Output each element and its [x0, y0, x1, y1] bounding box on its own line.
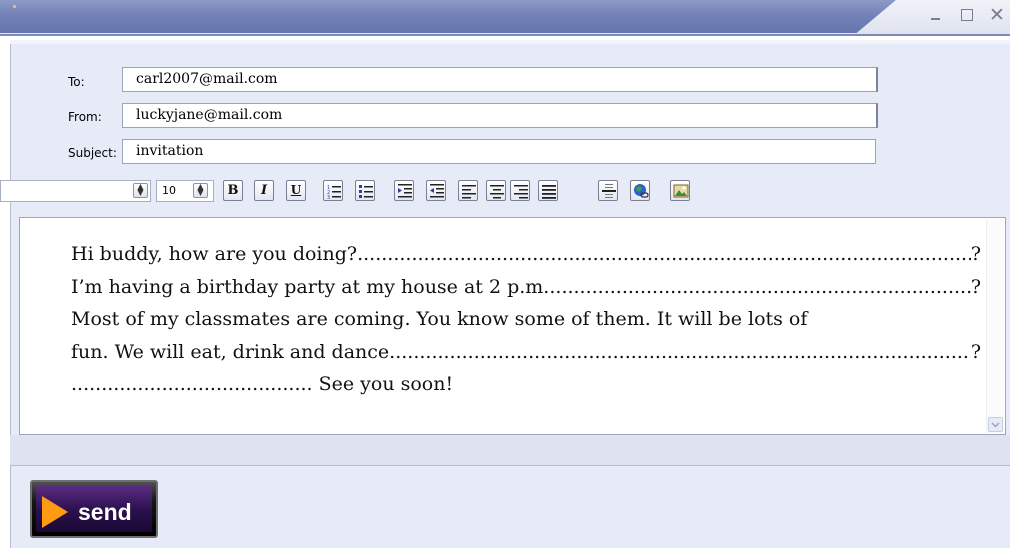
body-line-3-text: Most of my classmates are coming. You kn… — [71, 308, 808, 330]
body-line-2: I’m having a birthday party at my house … — [71, 271, 981, 304]
scroll-down-button[interactable] — [988, 417, 1003, 432]
bulleted-list-icon — [359, 185, 373, 198]
insert-image-icon — [673, 184, 689, 198]
align-left-button[interactable] — [458, 180, 478, 201]
subject-field[interactable]: invitation — [122, 139, 876, 164]
font-family-select[interactable]: ▲ ▼ — [0, 180, 151, 202]
body-line-2-dots: ........................................… — [549, 275, 971, 298]
to-label: To: — [68, 75, 85, 89]
message-body-text: Hi buddy, how are you doing? ...........… — [71, 238, 981, 401]
font-size-spinner-icon[interactable]: ▲ ▼ — [193, 183, 208, 198]
align-left-icon — [462, 185, 476, 199]
app-icon — [13, 5, 16, 8]
decrease-indent-icon — [398, 184, 412, 198]
close-icon: ✕ — [989, 4, 1005, 26]
align-center-button[interactable] — [486, 180, 506, 201]
body-line-3: Most of my classmates are coming. You kn… — [71, 303, 981, 336]
email-compose-window: ✕ To: carl2007@mail.com From: luckyjane@… — [0, 0, 1010, 548]
numbered-list-button[interactable]: 1 2 3 — [323, 180, 343, 201]
insert-link-icon — [634, 184, 649, 198]
title-bar: ✕ — [0, 0, 1010, 34]
body-line-2-end: ? — [970, 275, 981, 298]
send-button[interactable]: send — [30, 480, 158, 538]
bottom-band — [10, 435, 1010, 466]
title-tab — [0, 0, 896, 33]
increase-indent-icon — [430, 184, 444, 198]
align-right-icon — [514, 185, 528, 199]
vertical-scrollbar[interactable] — [986, 219, 1004, 433]
decrease-indent-button[interactable] — [394, 180, 414, 201]
font-size-value: 10 — [162, 184, 176, 197]
panel-top-strip — [10, 40, 1010, 44]
justify-icon — [542, 185, 556, 199]
body-line-4: fun. We will eat, drink and dance. .....… — [71, 336, 981, 369]
horizontal-rule-button[interactable] — [598, 180, 618, 201]
maximize-icon — [961, 9, 973, 21]
body-line-1-end: ? — [970, 243, 981, 265]
body-line-2-text: I’m having a birthday party at my house … — [71, 275, 550, 298]
chevron-down-icon — [991, 422, 1000, 428]
svg-text:3: 3 — [327, 195, 330, 199]
align-right-button[interactable] — [510, 180, 530, 201]
subject-label: Subject: — [68, 146, 117, 160]
close-button[interactable]: ✕ — [987, 4, 1007, 26]
message-body-editor[interactable]: Hi buddy, how are you doing? ...........… — [19, 217, 1006, 435]
to-field[interactable]: carl2007@mail.com — [122, 67, 878, 92]
minimize-icon — [931, 18, 940, 20]
minimize-button[interactable] — [926, 4, 946, 26]
body-line-1-text: Hi buddy, how are you doing? — [71, 243, 358, 265]
from-label: From: — [68, 110, 102, 124]
bulleted-list-button[interactable] — [355, 180, 375, 201]
body-line-5-blank: ....................................... — [71, 373, 307, 395]
body-line-4-dots: ........................................… — [395, 340, 971, 363]
play-arrow-icon — [42, 496, 68, 528]
justify-button[interactable] — [538, 180, 558, 201]
bottom-divider — [10, 465, 1010, 466]
send-button-face: send — [36, 486, 152, 532]
align-center-icon — [490, 185, 504, 199]
title-divider — [0, 34, 1010, 36]
numbered-list-icon: 1 2 3 — [327, 185, 341, 199]
body-line-5: ....................................... … — [71, 368, 981, 401]
maximize-button[interactable] — [957, 4, 977, 26]
font-size-select[interactable]: 10 ▲ ▼ — [156, 180, 214, 202]
insert-image-button[interactable] — [670, 180, 690, 201]
increase-indent-button[interactable] — [426, 180, 446, 201]
body-line-1-dots: ........................................… — [357, 243, 971, 265]
italic-button[interactable]: I — [254, 180, 274, 201]
bold-button[interactable]: B — [223, 180, 243, 201]
underline-button[interactable]: U — [286, 180, 306, 201]
horizontal-rule-icon — [602, 184, 616, 198]
body-line-4-end: ? — [970, 340, 981, 363]
body-line-1: Hi buddy, how are you doing? ...........… — [71, 238, 981, 271]
body-line-5-text: . See you soon! — [306, 373, 454, 395]
insert-link-button[interactable] — [630, 180, 650, 201]
send-button-label: send — [78, 499, 132, 525]
from-field[interactable]: luckyjane@mail.com — [122, 103, 878, 128]
body-line-4-text: fun. We will eat, drink and dance. — [71, 340, 396, 363]
font-family-spinner-icon[interactable]: ▲ ▼ — [133, 183, 148, 198]
